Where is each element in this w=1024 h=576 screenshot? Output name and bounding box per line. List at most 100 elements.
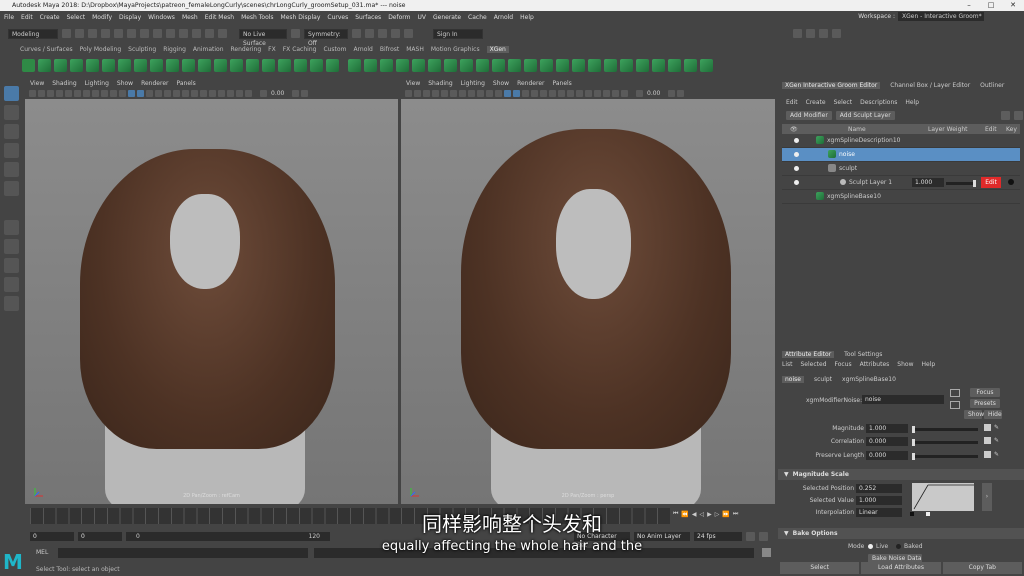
viewport-left[interactable]: View Shading Lighting Show Renderer Pane… [25,78,398,504]
menu-uv[interactable]: UV [418,14,427,21]
xgen-mask-icon[interactable] [524,58,537,72]
key-layer-icon[interactable] [1008,179,1014,185]
grid-icon[interactable] [65,90,72,97]
xgen-curl-icon[interactable] [364,58,377,72]
preserve-length-field[interactable]: 0.000 [866,451,908,460]
smooth-shade-icon[interactable] [513,90,520,97]
presets-icon[interactable] [950,401,960,409]
ae-menu-attributes[interactable]: Attributes [860,361,890,368]
xgen-density-icon[interactable] [134,58,147,72]
snap-view-icon[interactable] [205,29,214,38]
menu-mesh[interactable]: Mesh [182,14,198,21]
viewport-left-canvas[interactable]: 2D Pan/Zoom : refCam [25,99,398,504]
magnitude-field[interactable]: 1.000 [866,424,908,433]
xgen-import-icon[interactable] [492,58,505,72]
workspace-dropdown[interactable]: XGen - Interactive Groom* [898,12,984,21]
layer-row-base[interactable]: xgmSplineBase10 [782,190,1020,204]
textured-icon[interactable] [155,90,162,97]
xgen-guide-icon[interactable] [54,58,67,72]
ramp-graph[interactable] [912,483,974,511]
minimize-icon[interactable]: – [958,0,980,11]
symmetry-icon[interactable] [291,29,300,38]
live-surface-field[interactable]: No Live Surface [239,28,287,47]
preserve-length-slider[interactable] [912,453,978,460]
viewport-right-canvas[interactable]: 2D Pan/Zoom : persp [401,99,775,504]
add-modifier-button[interactable]: Add Modifier [786,110,832,120]
shelf-tab-motion-graphics[interactable]: Motion Graphics [431,46,480,53]
open-scene-icon[interactable] [75,29,84,38]
copy-tab-button[interactable]: Copy Tab [942,562,1022,574]
groom-menu-help[interactable]: Help [905,99,919,106]
safe-action-icon[interactable] [486,90,493,97]
xgen-twist-icon[interactable] [326,58,339,72]
shelf-tab-xgen[interactable]: XGen [486,45,509,53]
correlation-map-icon[interactable] [984,437,991,444]
wireframe-icon[interactable] [128,90,135,97]
xgen-spline-icon[interactable] [604,58,617,72]
shelf-tab-custom[interactable]: Custom [323,46,346,53]
shelf-tab-bifrost[interactable]: Bifrost [380,46,399,53]
magnitude-map-icon[interactable] [984,424,991,431]
menu-cache[interactable]: Cache [468,14,487,21]
xgen-place-icon[interactable] [294,58,307,72]
xgen-noise-icon[interactable] [150,58,163,72]
menu-curves[interactable]: Curves [327,14,348,21]
visibility-icon[interactable] [794,138,799,143]
vp-menu-lighting[interactable]: Lighting [85,80,109,87]
gate-mask-icon[interactable] [468,90,475,97]
sign-in-button[interactable]: Sign In [433,28,483,39]
menu-select[interactable]: Select [67,14,86,21]
camera-attr-icon[interactable] [414,90,421,97]
menu-arnold[interactable]: Arnold [494,14,513,21]
anti-alias-icon[interactable] [576,90,583,97]
shelf-tab-mash[interactable]: MASH [406,46,424,53]
xgen-curves-to-guides-icon[interactable] [684,58,697,72]
motion-blur-icon[interactable] [191,90,198,97]
channel-box-icon[interactable] [832,29,841,38]
show-button[interactable]: Show [964,410,984,419]
paint-select-tool-icon[interactable] [3,124,19,139]
xgen-attract-icon[interactable] [620,58,633,72]
xgen-cut-icon[interactable] [118,58,131,72]
select-hierarchy-icon[interactable] [127,29,136,38]
wireframe-icon[interactable] [504,90,511,97]
symmetry-dropdown[interactable]: Symmetry: Off [304,28,348,47]
dof-icon[interactable] [585,90,592,97]
vp-menu-shading[interactable]: Shading [52,80,76,87]
visibility-icon[interactable] [794,166,799,171]
xgen-scale-icon[interactable] [636,58,649,72]
vp-menu-lighting[interactable]: Lighting [461,80,485,87]
mode-dropdown[interactable]: Modeling [8,28,58,39]
preserve-length-map-icon[interactable] [984,451,991,458]
xgen-layer-icon[interactable] [508,58,521,72]
layout-icon[interactable] [3,296,19,311]
vp-menu-renderer[interactable]: Renderer [141,80,168,87]
select-component-icon[interactable] [153,29,162,38]
history-icon[interactable] [352,29,361,38]
magnitude-slider[interactable] [912,426,978,433]
menu-deform[interactable]: Deform [388,14,410,21]
groom-menu-descriptions[interactable]: Descriptions [860,99,897,106]
shelf-tab-arnold[interactable]: Arnold [353,46,372,53]
ae-menu-show[interactable]: Show [897,361,913,368]
safe-title-icon[interactable] [119,90,126,97]
undo-icon[interactable] [101,29,110,38]
field-chart-icon[interactable] [477,90,484,97]
visibility-icon[interactable] [794,152,799,157]
menu-surfaces[interactable]: Surfaces [355,14,381,21]
help-icon[interactable] [1013,110,1023,120]
xray-components-icon[interactable] [621,90,628,97]
xgen-editor-icon[interactable] [22,58,35,72]
exposure-icon[interactable] [636,90,643,97]
modeling-toolkit-icon[interactable] [793,29,802,38]
shelf-tab-sculpting[interactable]: Sculpting [128,46,156,53]
ae-menu-focus[interactable]: Focus [835,361,852,368]
correlation-expr-icon[interactable]: ✎ [994,437,999,444]
textured-icon[interactable] [531,90,538,97]
vp-menu-panels[interactable]: Panels [552,80,571,87]
field-chart-icon[interactable] [101,90,108,97]
snap-grid-icon[interactable] [166,29,175,38]
vp-menu-renderer[interactable]: Renderer [517,80,544,87]
magnitude-scale-section[interactable]: ▼ Magnitude Scale [778,469,1024,480]
xgen-guides-to-curves-icon[interactable] [668,58,681,72]
